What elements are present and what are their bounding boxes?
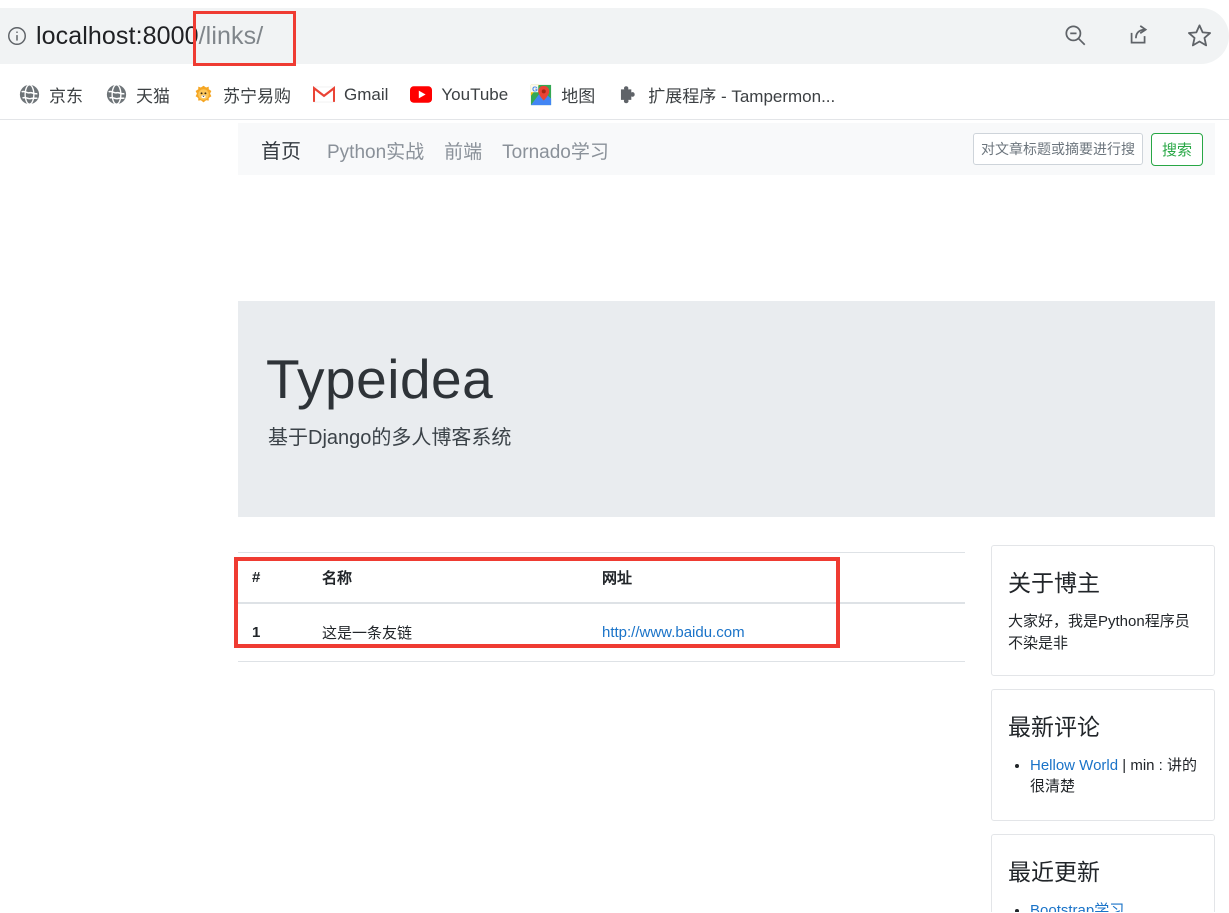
- sidebar: 关于博主 大家好，我是Python程序员不染是非 最新评论 Hellow Wor…: [991, 545, 1215, 912]
- bookmark-label: 地图: [561, 87, 596, 106]
- search-button[interactable]: 搜索: [1150, 132, 1203, 166]
- about-card: 关于博主 大家好，我是Python程序员不染是非: [991, 545, 1215, 676]
- browser-chrome: localhost:8000/links/ 京东 天猫 苏宁易购 Gmail Y…: [0, 0, 1229, 120]
- gmail-icon: [313, 84, 335, 106]
- share-icon[interactable]: [1123, 21, 1151, 49]
- site-subtitle: 基于Django的多人博客系统: [268, 426, 512, 449]
- comment-link[interactable]: Hellow World: [1030, 757, 1118, 774]
- svg-text:G: G: [532, 84, 538, 93]
- column-header-index: #: [238, 552, 308, 604]
- address-bar[interactable]: localhost:8000/links/: [0, 8, 1229, 64]
- cell-name: 这是一条友链: [308, 603, 588, 662]
- bookmark-label: Gmail: [344, 84, 389, 104]
- list-item: Hellow World | min : 讲的很清楚: [1030, 755, 1198, 799]
- table-row: 1 这是一条友链 http://www.baidu.com: [238, 603, 965, 662]
- recent-link[interactable]: Bootstrap学习: [1030, 902, 1124, 912]
- lion-icon: [192, 84, 214, 106]
- bookmark-label: 苏宁易购: [223, 87, 291, 106]
- search-input[interactable]: [972, 133, 1143, 165]
- url-host: localhost:8000: [36, 21, 199, 50]
- about-card-text: 大家好，我是Python程序员不染是非: [1008, 613, 1190, 652]
- comments-card: 最新评论 Hellow World | min : 讲的很清楚: [991, 688, 1215, 821]
- cell-url: http://www.baidu.com: [588, 603, 965, 662]
- omnibar-row: localhost:8000/links/: [0, 0, 1229, 70]
- url-text[interactable]: localhost:8000/links/: [36, 22, 263, 51]
- bookmark-extensions[interactable]: 扩展程序 - Tampermon...: [609, 78, 843, 111]
- page-info-icon[interactable]: [2, 21, 32, 51]
- globe-icon: [105, 84, 127, 106]
- link-url[interactable]: http://www.baidu.com: [602, 624, 745, 641]
- nav-item-python[interactable]: Python实战: [317, 137, 434, 164]
- bookmark-star-icon[interactable]: [1185, 21, 1213, 49]
- bookmarks-bar: 京东 天猫 苏宁易购 Gmail YouTube G 地图 扩展程序 - Tam…: [0, 70, 1229, 120]
- bookmark-youtube[interactable]: YouTube: [402, 80, 516, 110]
- comments-card-title: 最新评论: [1008, 713, 1100, 740]
- bookmark-maps[interactable]: G 地图: [522, 78, 603, 111]
- site-navbar: 首页 Python实战 前端 Tornado学习 搜索: [238, 123, 1215, 175]
- hero-banner: Typeidea 基于Django的多人博客系统: [238, 301, 1215, 517]
- links-table: # 名称 网址 1 这是一条友链 http://www.baidu.com: [238, 552, 965, 662]
- bookmark-label: YouTube: [441, 84, 509, 104]
- omnibar-actions: [1061, 21, 1213, 49]
- links-table-body: 1 这是一条友链 http://www.baidu.com: [238, 603, 965, 662]
- nav-item-frontend[interactable]: 前端: [434, 137, 492, 164]
- recent-card: 最近更新 Bootstrap学习 Hellow World Hellow Wor…: [991, 834, 1215, 912]
- links-table-head: # 名称 网址: [238, 552, 965, 604]
- cell-index: 1: [238, 603, 308, 662]
- page-content: 首页 Python实战 前端 Tornado学习 搜索 Typeidea 基于D…: [0, 120, 1229, 912]
- url-path: /links/: [198, 21, 264, 50]
- bookmark-label: 扩展程序 - Tampermon...: [648, 87, 836, 106]
- bookmark-label: 天猫: [136, 87, 170, 106]
- puzzle-icon: [617, 84, 639, 106]
- bookmark-suning[interactable]: 苏宁易购: [184, 78, 299, 111]
- bookmark-jingdong[interactable]: 京东: [10, 78, 91, 111]
- comments-list: Hellow World | min : 讲的很清楚: [1008, 755, 1198, 799]
- column-header-url: 网址: [588, 552, 965, 604]
- list-item: Bootstrap学习: [1030, 900, 1198, 912]
- nav-links: 首页 Python实战 前端 Tornado学习: [251, 135, 619, 164]
- nav-item-home[interactable]: 首页: [251, 135, 317, 164]
- bookmark-gmail[interactable]: Gmail: [305, 80, 396, 110]
- site-title: Typeidea: [266, 348, 494, 410]
- nav-item-tornado[interactable]: Tornado学习: [492, 137, 619, 164]
- nav-search-group: 搜索: [972, 132, 1203, 166]
- about-card-title: 关于博主: [1008, 570, 1100, 596]
- bookmark-tmall[interactable]: 天猫: [97, 78, 178, 111]
- recent-list: Bootstrap学习 Hellow World Hellow World - …: [1008, 900, 1198, 912]
- google-maps-icon: G: [530, 84, 552, 106]
- bookmark-label: 京东: [49, 87, 83, 106]
- recent-card-title: 最近更新: [1008, 859, 1100, 885]
- globe-icon: [18, 84, 40, 106]
- table-header-row: # 名称 网址: [238, 552, 965, 604]
- column-header-name: 名称: [308, 552, 588, 604]
- zoom-out-icon[interactable]: [1061, 21, 1089, 49]
- youtube-icon: [410, 84, 433, 106]
